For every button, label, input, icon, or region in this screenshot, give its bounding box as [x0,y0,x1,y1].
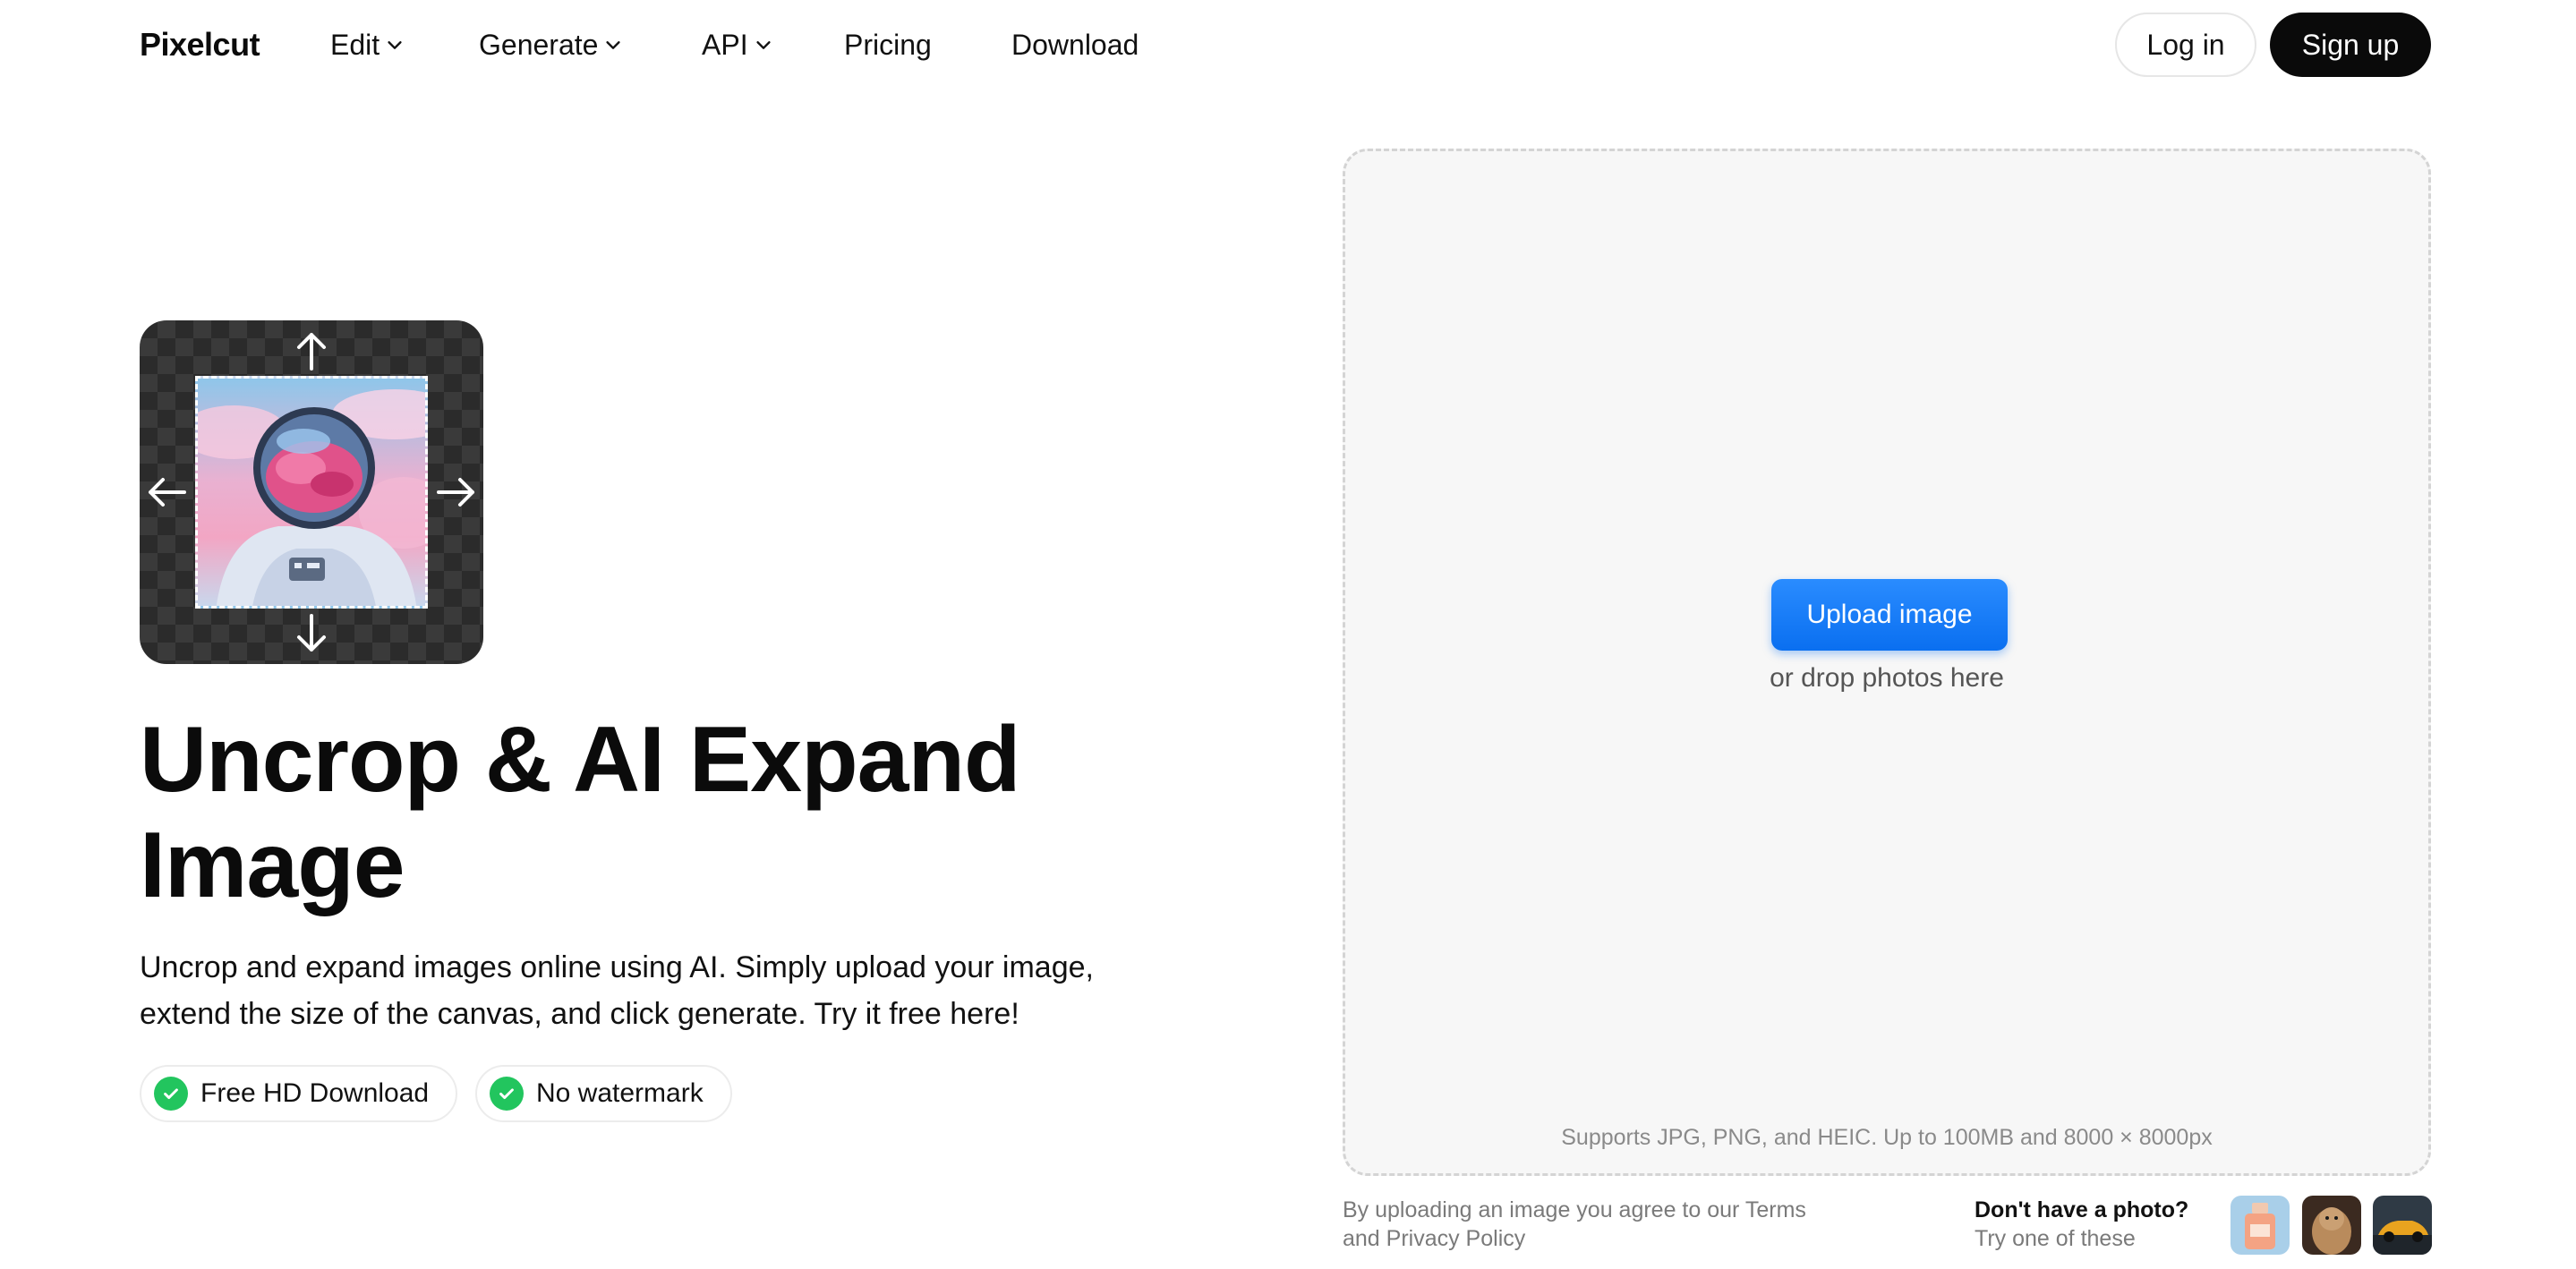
hero-description: Uncrop and expand images online using AI… [140,950,1094,1031]
nav-generate-label: Generate [479,29,599,61]
sample-image-perfume[interactable] [2231,1196,2290,1255]
badge-no-watermark: No watermark [475,1065,732,1122]
arrow-right-icon [437,478,474,507]
logo[interactable]: Pixelcut [140,25,260,64]
sample-image-car[interactable] [2373,1196,2432,1255]
upload-image-button[interactable]: Upload image [1771,579,2008,651]
arrow-left-icon [149,478,186,507]
arrow-up-icon [297,333,326,370]
sample-prompt: Don't have a photo? Try one of these [1975,1196,2207,1253]
signup-button[interactable]: Sign up [2270,13,2431,77]
expand-illustration [140,320,483,664]
upload-dropzone[interactable]: Upload image or drop photos here Support… [1343,149,2431,1176]
chevron-down-icon [755,41,771,49]
dog-thumbnail [2302,1196,2361,1255]
supported-formats: Supports JPG, PNG, and HEIC. Up to 100MB… [1561,1125,2213,1150]
badge-free-hd: Free HD Download [140,1065,458,1122]
sample-title: Don't have a photo? [1975,1197,2189,1222]
chevron-down-icon [606,41,621,49]
nav-pricing-label: Pricing [844,29,932,61]
nav-download[interactable]: Download [1011,25,1139,64]
nav-api[interactable]: API [702,25,773,64]
car-thumbnail [2373,1196,2432,1255]
nav-edit[interactable]: Edit [330,25,405,64]
login-button[interactable]: Log in [2115,13,2256,77]
astronaut-image [195,376,428,609]
page-title: Uncrop & AI Expand Image [140,708,1021,917]
nav-pricing[interactable]: Pricing [844,25,932,64]
badge-label: Free HD Download [200,1078,430,1108]
top-nav: Pixelcut Edit Generate API Pricing Downl… [0,0,2576,89]
astronaut-illustration [198,389,425,606]
nav-generate[interactable]: Generate [479,25,623,64]
check-circle-icon [154,1077,188,1111]
perfume-thumbnail [2231,1196,2290,1255]
upload-legal-notice: By uploading an image you agree to our T… [1343,1197,1806,1251]
drop-hint: or drop photos here [1770,663,2004,693]
chevron-down-icon [388,41,402,49]
sample-image-dog[interactable] [2302,1196,2361,1255]
check-circle-icon [490,1077,524,1111]
badge-label: No watermark [536,1078,704,1108]
nav-edit-label: Edit [330,29,380,61]
arrow-down-icon [297,614,326,652]
nav-download-label: Download [1011,29,1139,61]
sample-subtitle: Try one of these [1975,1226,2136,1251]
nav-api-label: API [702,29,748,61]
